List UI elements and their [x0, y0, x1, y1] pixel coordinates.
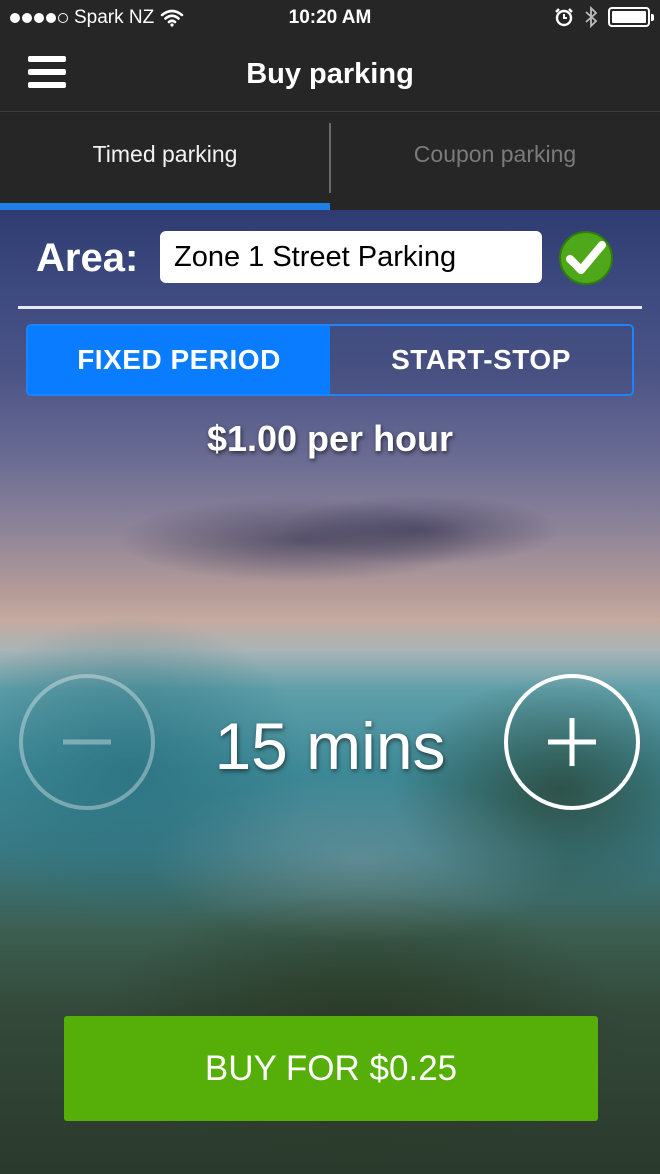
active-tab-indicator [0, 203, 330, 210]
increase-duration-button[interactable] [504, 674, 640, 810]
app-screen: Spark NZ 10:20 AM Buy parking Timed park… [0, 0, 660, 1174]
parking-rate: $1.00 per hour [206, 418, 454, 459]
check-circle-icon [559, 231, 613, 285]
battery-icon [608, 7, 654, 27]
buy-button[interactable]: BUY FOR $0.25 [64, 1016, 598, 1121]
navigation-bar: Buy parking [0, 38, 660, 112]
area-field[interactable] [160, 231, 542, 283]
plus-icon [548, 718, 596, 766]
parking-mode-selector: FIXED PERIOD START-STOP [26, 324, 634, 396]
page-title: Buy parking [246, 58, 414, 90]
start-stop-button[interactable]: START-STOP [330, 326, 632, 394]
status-right [554, 6, 654, 28]
tab-coupon-parking[interactable]: Coupon parking [330, 113, 660, 210]
fixed-period-button[interactable]: FIXED PERIOD [28, 326, 330, 394]
area-divider [18, 306, 642, 309]
tab-timed-parking[interactable]: Timed parking [0, 113, 330, 210]
tab-bar: Timed parking Coupon parking [0, 113, 660, 210]
area-label: Area: [36, 236, 139, 280]
status-bar: Spark NZ 10:20 AM [0, 0, 660, 38]
bluetooth-icon [585, 6, 598, 28]
alarm-icon [555, 8, 573, 27]
